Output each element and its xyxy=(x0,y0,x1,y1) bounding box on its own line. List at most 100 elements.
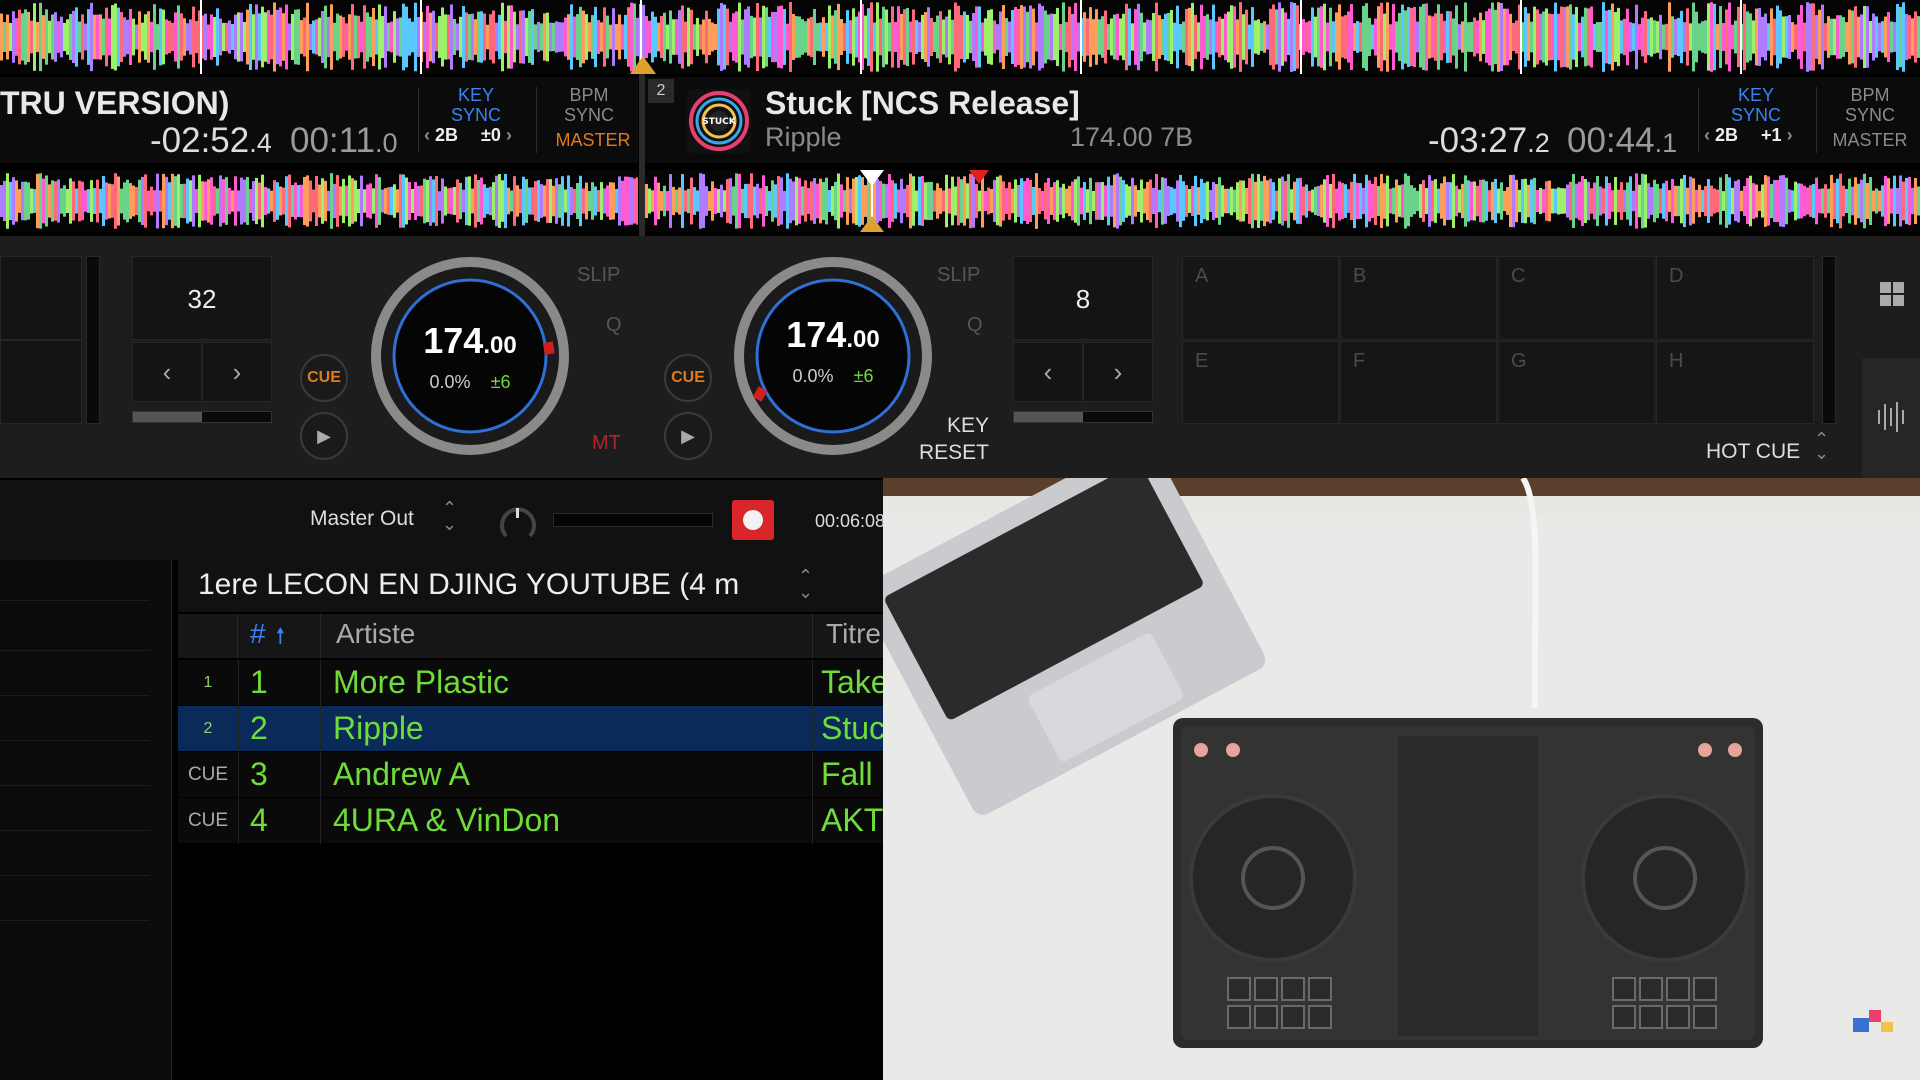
deck2-platter[interactable]: 174.00 0.0% ±6 xyxy=(733,256,933,456)
deck2-key-sync-button[interactable]: KEY SYNC xyxy=(1710,85,1802,125)
waveform-bar xyxy=(1872,13,1875,61)
deck1-master-button[interactable]: MASTER xyxy=(548,130,638,151)
hotcue-pad-b[interactable]: B xyxy=(1340,256,1497,340)
deck1-beatjump-back-button[interactable]: ‹ xyxy=(132,342,202,402)
waveform-bar xyxy=(1026,11,1029,63)
waveform-bar xyxy=(1272,4,1275,70)
waveform-bar xyxy=(351,178,354,224)
deck2-beatjump-back-button[interactable]: ‹ xyxy=(1013,342,1083,402)
hotcue-pad-d[interactable]: D xyxy=(1656,256,1814,340)
output-select[interactable]: Master Out xyxy=(310,507,414,531)
deck1-platter[interactable]: 174.00 0.0% ±6 xyxy=(370,256,570,456)
waveform-bar xyxy=(1755,8,1758,66)
table-row[interactable]: CUE 3 Andrew A Fall xyxy=(178,752,883,797)
waveform-bar xyxy=(1890,188,1893,214)
waveform-bar xyxy=(1725,9,1728,65)
waveform-bar xyxy=(72,10,75,64)
waveform-bar xyxy=(438,191,441,211)
waveform-bar xyxy=(1839,15,1842,59)
waveform-bar xyxy=(261,6,264,68)
waveform-bar xyxy=(771,180,774,222)
waveform-bar xyxy=(1782,175,1785,227)
waveform-bar xyxy=(489,14,492,60)
waveform-bar xyxy=(237,190,240,212)
waveform-bar xyxy=(207,179,210,223)
deck1-play-button[interactable]: ▶ xyxy=(300,412,348,460)
deck1-cue-button[interactable]: CUE xyxy=(300,354,348,402)
waveform-bar xyxy=(1764,175,1767,227)
grid-view-button[interactable] xyxy=(1862,236,1920,354)
waveform-bar xyxy=(1539,13,1542,61)
deck1-pad[interactable] xyxy=(0,340,82,424)
table-row[interactable]: 1 1 More Plastic Take xyxy=(178,660,883,705)
deck2-slip-button[interactable]: SLIP xyxy=(937,264,980,287)
chevron-left-icon[interactable]: ‹ xyxy=(424,125,430,145)
deck2-beatjump-size[interactable]: 8 xyxy=(1013,256,1153,340)
waveform-bar xyxy=(1242,180,1245,222)
playlist-header[interactable]: 1ere LECON EN DJING YOUTUBE (4 m ⌃ ⌄ xyxy=(178,560,883,612)
waveform-bar xyxy=(894,183,897,219)
waveform-bar xyxy=(1662,24,1665,50)
record-button[interactable] xyxy=(732,500,774,540)
waveform-bar xyxy=(1437,4,1440,70)
output-stepper-icon[interactable]: ⌃ ⌄ xyxy=(442,499,457,533)
waveform-bar xyxy=(1452,18,1455,56)
column-number[interactable]: # 🠕 xyxy=(250,618,285,657)
deck2-key-shift[interactable]: ‹ 2B +1 › xyxy=(1704,125,1812,149)
deck2-master-button[interactable]: MASTER xyxy=(1825,130,1915,151)
waveform-bar xyxy=(1158,15,1161,59)
hotcue-pad-g[interactable]: G xyxy=(1498,341,1655,424)
waveform-view-button[interactable] xyxy=(1862,358,1920,478)
rec-gain-knob[interactable] xyxy=(498,504,538,544)
deck1-quantize-button[interactable]: Q xyxy=(606,314,622,337)
waveform-bar xyxy=(315,19,318,55)
table-row-selected[interactable]: 2 2 Ripple Stuc xyxy=(178,706,883,751)
hotcue-pad-e[interactable]: E xyxy=(1182,341,1339,424)
waveform-bar xyxy=(894,21,897,53)
deck2-play-button[interactable]: ▶ xyxy=(664,412,712,460)
deck1-bpm-sync-button[interactable]: BPM SYNC xyxy=(544,85,634,125)
waveform-bar xyxy=(912,176,915,226)
chevron-right-icon[interactable]: › xyxy=(1787,125,1793,145)
deck2-bpm-sync-button[interactable]: BPM SYNC xyxy=(1825,85,1915,125)
deck1-beatjump-forward-button[interactable]: › xyxy=(202,342,272,402)
deck2-key-reset-button[interactable]: KEY RESET xyxy=(917,412,989,466)
pad-mode-label[interactable]: HOT CUE xyxy=(1706,440,1800,464)
deck1-beatjump-size[interactable]: 32 xyxy=(132,256,272,340)
deck2-quantize-button[interactable]: Q xyxy=(967,314,983,337)
waveform-bar xyxy=(1716,189,1719,213)
waveform-bar xyxy=(1368,17,1371,57)
column-title[interactable]: Titre xyxy=(826,618,883,650)
waveform-bar xyxy=(549,179,552,223)
deck1-key-sync-button[interactable]: KEY SYNC xyxy=(430,85,522,125)
waveform-bar xyxy=(438,16,441,58)
waveform-bar xyxy=(1173,22,1176,52)
deck2-beatjump-forward-button[interactable]: › xyxy=(1083,342,1153,402)
pad-mode-stepper-icon[interactable]: ⌃ ⌄ xyxy=(1814,430,1829,462)
chevron-right-icon[interactable]: › xyxy=(506,125,512,145)
table-row[interactable]: CUE 4 4URA & VinDon AKT xyxy=(178,798,883,843)
deck2-waveform[interactable] xyxy=(645,170,1920,232)
overview-waveform[interactable] xyxy=(0,0,1920,74)
hotcue-pad-f[interactable]: F xyxy=(1340,341,1497,424)
deck1-slip-button[interactable]: SLIP xyxy=(577,264,620,287)
column-artist[interactable]: Artiste xyxy=(336,618,415,650)
waveform-bar xyxy=(387,187,390,215)
divider xyxy=(536,87,537,153)
playlist-stepper-icon[interactable]: ⌃ ⌄ xyxy=(798,567,813,601)
waveform-bar xyxy=(753,17,756,57)
hotcue-pad-c[interactable]: C xyxy=(1498,256,1655,340)
deck1-key-shift[interactable]: ‹ 2B ±0 › xyxy=(424,125,532,149)
waveform-bar xyxy=(936,15,939,59)
waveform-bar xyxy=(1296,5,1299,69)
hotcue-pad-h[interactable]: H xyxy=(1656,341,1814,424)
deck1-master-tempo-button[interactable]: MT xyxy=(592,432,621,455)
deck1-pad[interactable] xyxy=(0,256,82,340)
hotcue-pad-a[interactable]: A xyxy=(1182,256,1339,340)
deck1-waveform[interactable] xyxy=(0,170,638,232)
waveform-bar xyxy=(225,177,228,225)
deck2-cue-button[interactable]: CUE xyxy=(664,354,712,402)
waveform-bar xyxy=(1287,174,1290,228)
chevron-left-icon[interactable]: ‹ xyxy=(1704,125,1710,145)
column-deck[interactable] xyxy=(178,614,238,658)
